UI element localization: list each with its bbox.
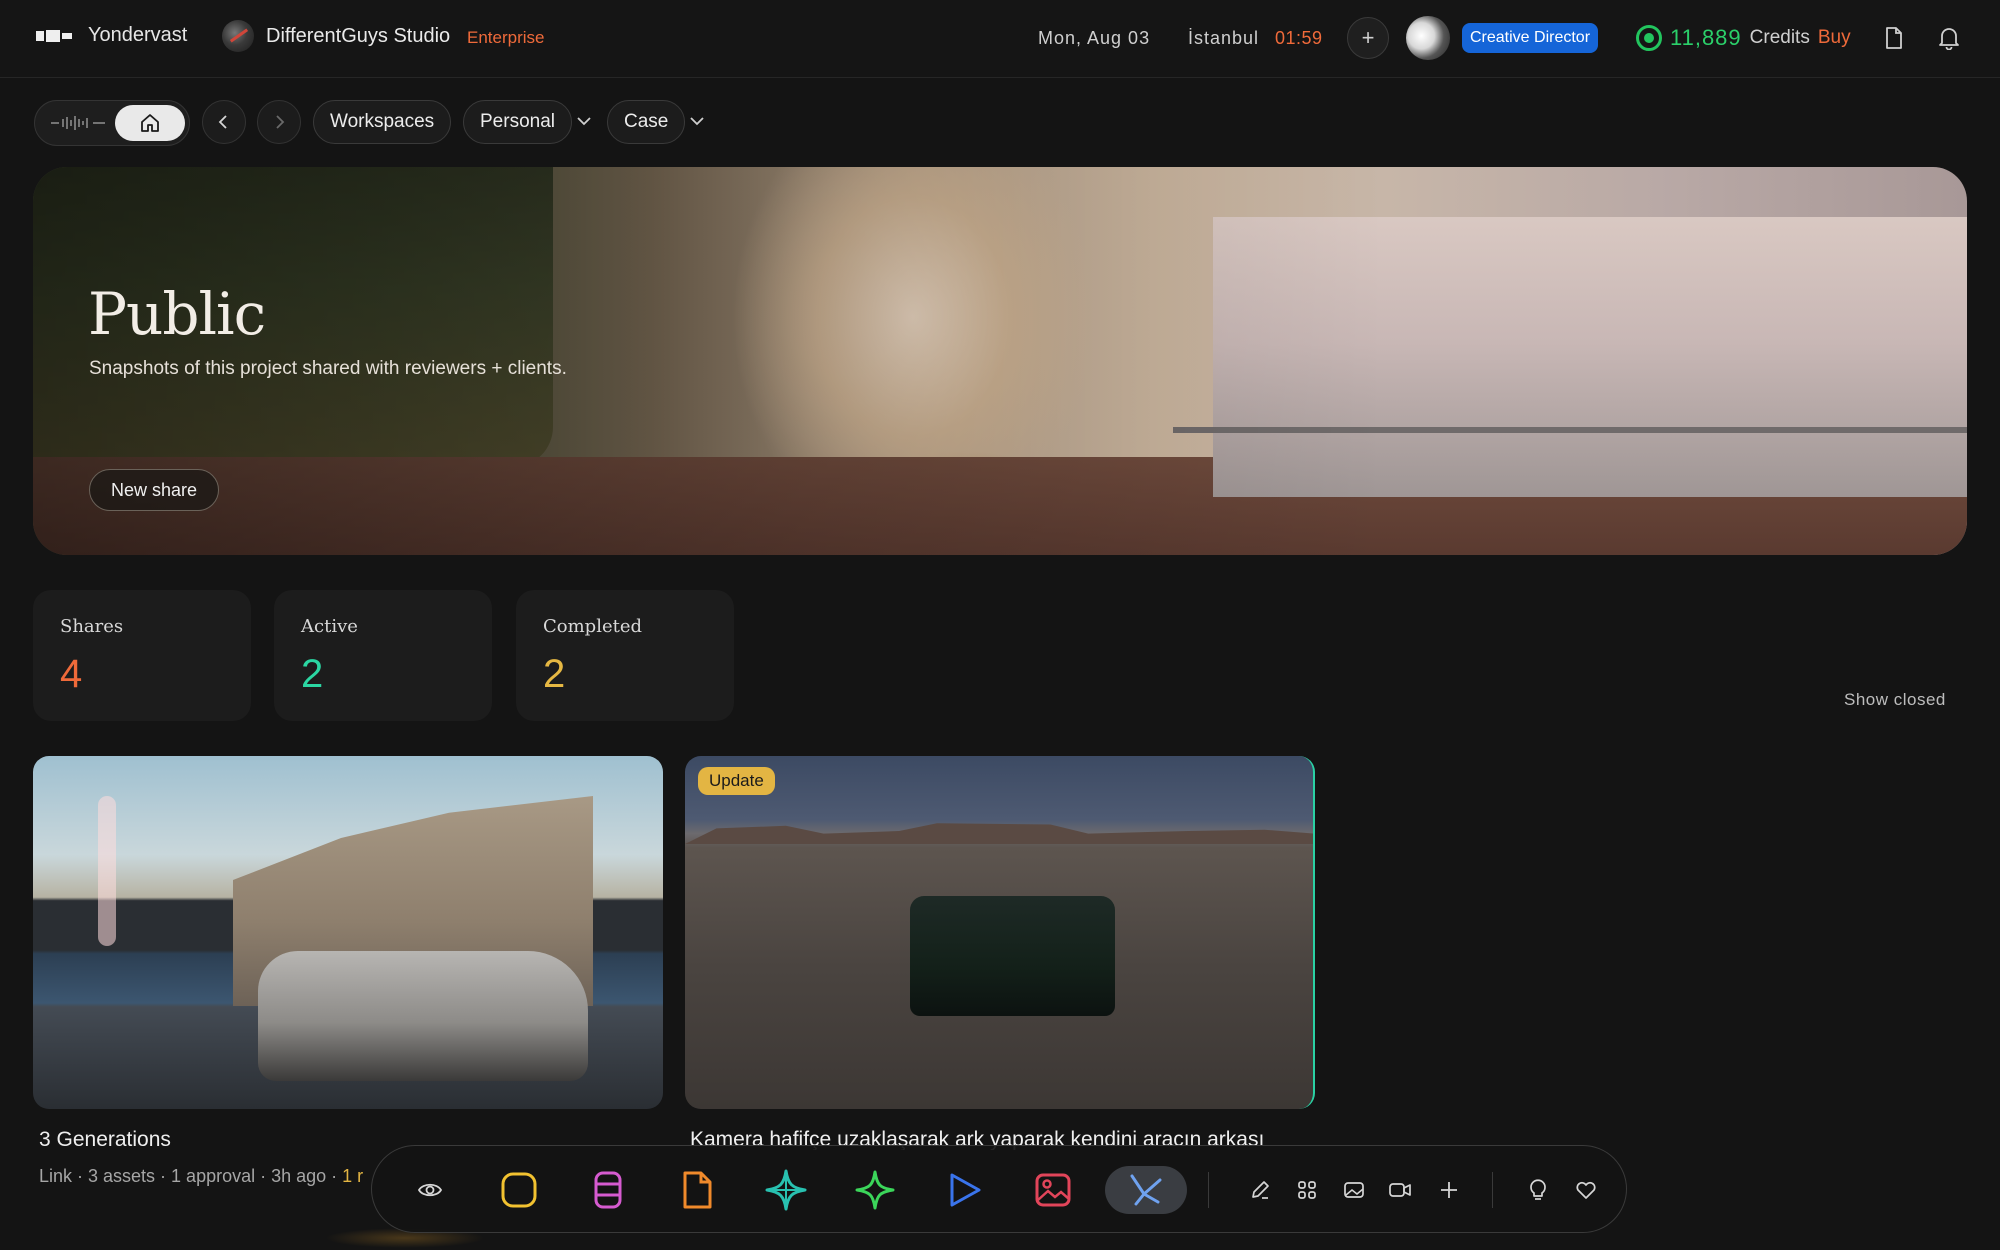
role-badge: Creative Director (1462, 23, 1599, 53)
database-icon[interactable] (584, 1166, 632, 1214)
bottom-dock (371, 1145, 1627, 1233)
update-badge: Update (698, 767, 775, 795)
picture-icon[interactable] (1340, 1176, 1368, 1204)
square-icon[interactable] (495, 1166, 543, 1214)
bell-icon[interactable] (1938, 26, 1960, 50)
studio-name: DifferentGuys Studio (266, 24, 451, 47)
avatar[interactable] (1406, 16, 1450, 60)
share-card-thumbnail[interactable] (33, 756, 663, 1109)
studio-avatar (222, 20, 254, 52)
bulb-icon[interactable] (1524, 1176, 1552, 1204)
stat-value: 4 (60, 652, 83, 696)
star-icon[interactable] (851, 1166, 899, 1214)
back-button[interactable] (202, 100, 246, 144)
chevron-right-icon (276, 115, 285, 129)
credit-count: 11,889 (1670, 25, 1742, 50)
stat-label: Completed (543, 616, 643, 637)
chevron-left-icon (218, 115, 227, 129)
lens-flare (98, 796, 116, 946)
studio-switcher[interactable]: DifferentGuys Studio (222, 20, 450, 52)
brand-logo-icon (36, 29, 76, 43)
grid-icon[interactable] (1293, 1176, 1321, 1204)
new-share-button[interactable]: New share (89, 469, 220, 511)
view-toggle[interactable] (34, 100, 190, 146)
image-icon[interactable] (1029, 1166, 1077, 1214)
share-card-meta: Link · 3 assets · 1 approval · 3h ago · … (39, 1166, 379, 1187)
credits-label: Credits (1749, 27, 1810, 48)
dock-divider (1208, 1172, 1209, 1208)
home-icon (141, 114, 159, 132)
thumbnail-hills (685, 823, 1313, 844)
file-icon[interactable] (673, 1166, 721, 1214)
brand[interactable]: Yondervast (36, 24, 187, 47)
add-button[interactable]: + (1347, 17, 1389, 59)
breadcrumb-personal[interactable]: Personal (463, 100, 572, 144)
sparkle-icon[interactable] (762, 1166, 810, 1214)
forward-button[interactable] (257, 100, 301, 144)
waveform-icon[interactable] (49, 115, 109, 131)
video-icon[interactable] (1386, 1176, 1414, 1204)
breadcrumb-workspaces[interactable]: Workspaces (313, 100, 452, 144)
stat-value: 2 (301, 652, 324, 696)
page-subtitle: Snapshots of this project shared with re… (89, 358, 567, 379)
stat-value: 2 (543, 652, 566, 696)
thumbnail-car (910, 896, 1115, 1016)
eye-icon[interactable] (406, 1166, 454, 1214)
edit-icon[interactable] (1246, 1176, 1274, 1204)
play-icon[interactable] (940, 1166, 988, 1214)
stat-label: Active (301, 616, 358, 637)
dock-divider (1492, 1172, 1493, 1208)
breadcrumb-case[interactable]: Case (607, 100, 686, 144)
page-title: Public (88, 280, 266, 348)
plan-label: Enterprise (467, 28, 545, 47)
graph-icon[interactable] (1105, 1166, 1187, 1214)
share-card-meta-text: Link · 3 assets · 1 approval · 3h ago · (39, 1166, 343, 1186)
document-icon[interactable] (1884, 26, 1904, 50)
plus-icon[interactable] (1435, 1176, 1463, 1204)
time-label: 01:59 (1275, 28, 1323, 48)
credits-display: 11,889 Credits Buy (1636, 25, 1851, 51)
chevron-down-icon[interactable] (688, 112, 706, 130)
share-card-meta-highlight: 1 r (342, 1166, 364, 1186)
buy-credits-link[interactable]: Buy (1818, 27, 1851, 49)
heart-icon[interactable] (1572, 1176, 1600, 1204)
stat-card-active: Active 2 (274, 590, 492, 721)
top-bar: Yondervast DifferentGuys Studio Enterpri… (0, 0, 2000, 78)
app-name: Yondervast (88, 24, 188, 46)
share-card-thumbnail[interactable]: Update (685, 756, 1315, 1109)
date-label: Mon, Aug 03 (1038, 28, 1151, 48)
city-label: İstanbul (1188, 28, 1260, 48)
stat-card-completed: Completed 2 (516, 590, 734, 721)
credits-icon (1636, 25, 1662, 51)
stat-card-shares: Shares 4 (33, 590, 251, 721)
thumbnail-car (258, 951, 588, 1081)
home-button[interactable] (115, 105, 185, 141)
show-closed-toggle[interactable]: Show closed (1844, 690, 1946, 710)
stat-label: Shares (60, 616, 124, 637)
chevron-down-icon[interactable] (575, 112, 593, 130)
